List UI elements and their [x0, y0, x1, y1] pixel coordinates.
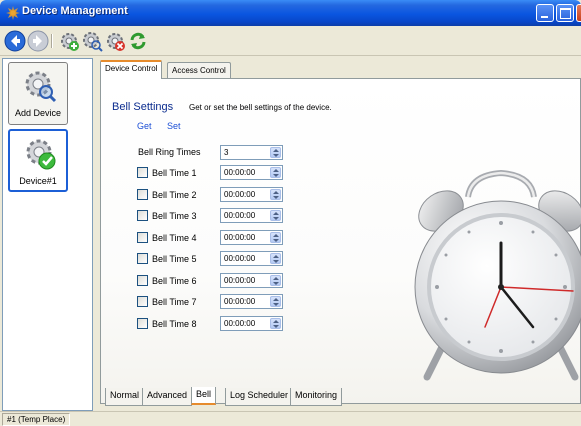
- bell-time-row: Bell Time 1: [135, 165, 285, 181]
- bell-time-checkbox[interactable]: [137, 253, 148, 264]
- bell-time-input[interactable]: [221, 187, 269, 201]
- time-spin-arrows-icon[interactable]: [270, 167, 281, 178]
- bell-time-checkbox[interactable]: [137, 274, 148, 286]
- add-device-tile[interactable]: Add Device: [8, 62, 68, 125]
- time-spin-arrows-icon[interactable]: [270, 253, 281, 264]
- bell-time-input[interactable]: [221, 295, 269, 308]
- bell-time-checkbox[interactable]: [137, 210, 148, 221]
- bell-time-checkbox[interactable]: [137, 167, 148, 178]
- add-device-icon[interactable]: [58, 30, 80, 52]
- bell-time-checkbox[interactable]: [137, 317, 148, 329]
- bell-time-stepper[interactable]: [220, 208, 283, 223]
- time-spin-arrows-icon[interactable]: [270, 296, 281, 307]
- add-device-label: Add Device: [14, 108, 62, 118]
- add-device-gear-icon: [25, 71, 57, 103]
- tab-advanced[interactable]: Advanced: [142, 388, 193, 406]
- device-tile[interactable]: Device#1: [8, 129, 68, 192]
- time-spin-arrows-icon[interactable]: [270, 231, 281, 243]
- bell-time-stepper[interactable]: [220, 272, 283, 288]
- bell-time-row: Bell Time 4: [135, 229, 285, 246]
- close-button[interactable]: [576, 4, 581, 22]
- bell-time-checkbox[interactable]: [137, 231, 148, 243]
- bell-time-label: Bell Time 7: [152, 297, 197, 307]
- window-title: Device Management: [22, 5, 128, 17]
- bell-time-input[interactable]: [221, 166, 269, 179]
- bell-time-label: Bell Time 5: [152, 254, 197, 264]
- device-online-icon: [26, 139, 56, 170]
- device-control-page: Bell Settings Get or set the bell settin…: [100, 78, 581, 404]
- bell-time-row: Bell Time 2: [135, 186, 285, 203]
- remove-device-icon[interactable]: [104, 30, 126, 52]
- toolbar: [0, 26, 581, 56]
- forward-icon[interactable]: [27, 30, 49, 52]
- status-bar: #1 (Temp Place): [0, 411, 581, 426]
- time-spin-arrows-icon[interactable]: [270, 317, 281, 329]
- title-bar: Device Management: [0, 0, 581, 26]
- device-label: Device#1: [19, 176, 57, 186]
- back-icon[interactable]: [4, 30, 26, 52]
- main-tab-control: Device Control Access Control Bell Setti…: [96, 60, 581, 410]
- bell-time-label: Bell Time 6: [152, 275, 197, 286]
- refresh-icon[interactable]: [127, 30, 149, 52]
- bell-time-label: Bell Time 3: [152, 211, 197, 221]
- time-spin-arrows-icon[interactable]: [270, 274, 281, 286]
- bell-time-label: Bell Time 1: [152, 168, 197, 178]
- get-link[interactable]: Get: [137, 121, 152, 131]
- bell-time-input[interactable]: [221, 316, 269, 330]
- bell-time-row: Bell Time 8: [135, 315, 285, 332]
- bell-time-label: Bell Time 8: [152, 318, 197, 329]
- bell-time-row: Bell Time 7: [135, 294, 285, 310]
- bell-time-row: Bell Time 3: [135, 208, 285, 224]
- bell-time-input[interactable]: [221, 273, 269, 287]
- ring-times-spin-arrows-icon[interactable]: [270, 147, 281, 158]
- tab-monitoring[interactable]: Monitoring: [290, 388, 343, 406]
- alarm-clock-illustration: [414, 169, 581, 381]
- time-spin-arrows-icon[interactable]: [270, 188, 281, 200]
- bell-time-input[interactable]: [221, 209, 269, 222]
- bell-ring-times-label: Bell Ring Times: [138, 147, 201, 157]
- app-icon: [6, 6, 20, 20]
- bell-time-input[interactable]: [221, 230, 269, 244]
- tab-access-control[interactable]: Access Control: [167, 62, 231, 79]
- maximize-button[interactable]: [556, 4, 574, 22]
- device-list-panel: Add Device Device#1: [2, 58, 93, 411]
- tab-device-control[interactable]: Device Control: [100, 60, 163, 79]
- status-panel-location: #1 (Temp Place): [2, 413, 71, 426]
- set-link[interactable]: Set: [167, 121, 181, 131]
- minimize-button[interactable]: [536, 4, 554, 22]
- bell-time-label: Bell Time 2: [152, 189, 197, 200]
- bell-ring-times-input[interactable]: [221, 146, 269, 159]
- bell-time-checkbox[interactable]: [137, 188, 148, 200]
- search-device-icon[interactable]: [81, 30, 103, 52]
- bell-ring-times-stepper[interactable]: [220, 145, 283, 160]
- tab-bell[interactable]: Bell: [191, 387, 217, 405]
- toolbar-separator: [51, 34, 53, 48]
- bell-time-stepper[interactable]: [220, 251, 283, 266]
- bell-settings-description: Get or set the bell settings of the devi…: [189, 103, 332, 112]
- bell-time-row: Bell Time 6: [135, 272, 285, 289]
- time-spin-arrows-icon[interactable]: [270, 210, 281, 221]
- bell-time-stepper[interactable]: [220, 229, 283, 245]
- tab-log-scheduler[interactable]: Log Scheduler: [225, 388, 294, 406]
- bell-settings-title: Bell Settings: [112, 101, 174, 113]
- bell-time-label: Bell Time 4: [152, 232, 197, 243]
- bell-time-stepper[interactable]: [220, 165, 283, 180]
- bell-time-row: Bell Time 5: [135, 251, 285, 267]
- bell-time-input[interactable]: [221, 252, 269, 265]
- tab-normal[interactable]: Normal: [105, 388, 145, 406]
- bell-time-stepper[interactable]: [220, 315, 283, 331]
- bell-time-stepper[interactable]: [220, 186, 283, 202]
- bell-time-checkbox[interactable]: [137, 296, 148, 307]
- bell-time-stepper[interactable]: [220, 294, 283, 309]
